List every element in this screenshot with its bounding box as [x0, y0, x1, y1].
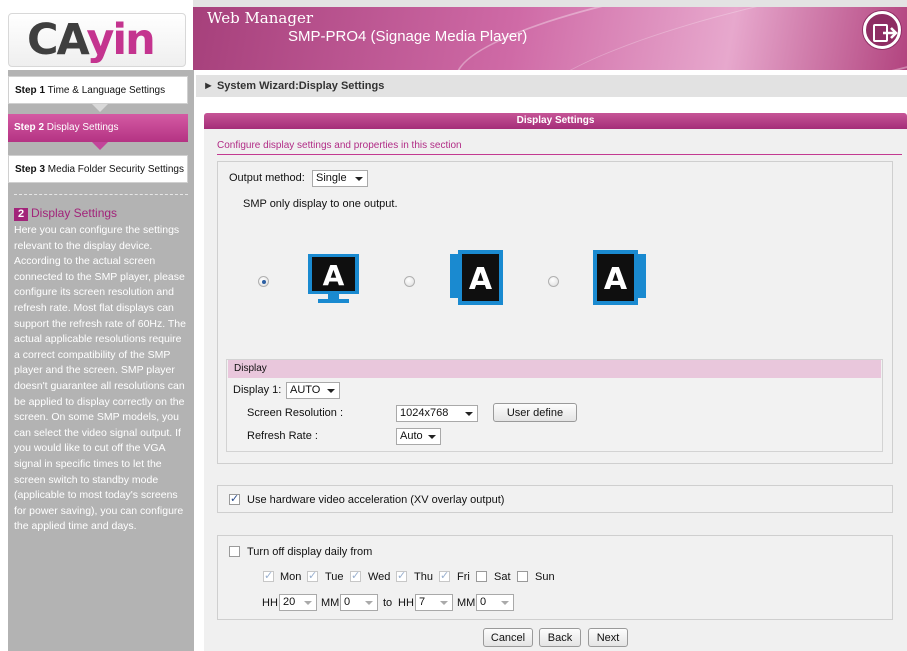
- to-label: to: [383, 597, 393, 609]
- from-hour-select[interactable]: 20: [279, 594, 317, 611]
- day-fri-label: Fri: [457, 571, 470, 583]
- user-define-button[interactable]: User define: [493, 403, 577, 422]
- step-arrow-icon: [92, 104, 108, 112]
- app-title: Web Manager: [207, 9, 313, 27]
- divider: [217, 154, 902, 155]
- single-monitor-icon: A: [308, 254, 359, 303]
- day-thu-label: Thu: [414, 571, 433, 583]
- display-schedule-section: Turn off display daily from Mon Tue Wed …: [217, 535, 893, 620]
- svg-text:A: A: [323, 259, 345, 292]
- screen-resolution-label: Screen Resolution :: [247, 407, 343, 419]
- day-thu-checkbox[interactable]: [396, 569, 407, 582]
- display-section: Display Display 1: AUTO Screen Resolutio…: [226, 359, 883, 452]
- logo: CAyin: [8, 13, 186, 67]
- day-wed-checkbox[interactable]: [350, 569, 361, 582]
- refresh-rate-select[interactable]: Auto: [396, 428, 441, 445]
- day-tue-label: Tue: [325, 571, 344, 583]
- header: CAyin Web Manager SMP-PRO4 (Signage Medi…: [0, 0, 907, 70]
- step-display-settings[interactable]: Step 2 Display Settings: [8, 114, 188, 142]
- day-fri-checkbox[interactable]: [439, 569, 450, 582]
- chevron-down-icon: [465, 412, 473, 416]
- chevron-down-icon: [428, 435, 436, 439]
- to-minute-select[interactable]: 0: [476, 594, 514, 611]
- device-title: SMP-PRO4 (Signage Media Player): [288, 28, 528, 45]
- help-text: Here you can configure the settings rele…: [14, 224, 186, 533]
- hw-acceleration-section: Use hardware video acceleration (XV over…: [217, 485, 893, 513]
- output-method-section: Output method: Single SMP only display t…: [217, 161, 893, 464]
- chevron-down-icon: [440, 601, 448, 605]
- step-number-badge: 2: [14, 208, 28, 221]
- header-banner: Web Manager SMP-PRO4 (Signage Media Play…: [193, 0, 907, 70]
- to-hour-label: HH: [398, 597, 414, 609]
- output-option-3-radio[interactable]: [548, 276, 559, 287]
- help-heading: 2 Display Settings: [14, 206, 117, 221]
- display-section-title: Display: [228, 360, 881, 378]
- refresh-rate-label: Refresh Rate :: [247, 430, 318, 442]
- cancel-button[interactable]: Cancel: [483, 628, 533, 647]
- screen-resolution-select[interactable]: 1024x768: [396, 405, 478, 422]
- next-button[interactable]: Next: [588, 628, 628, 647]
- divider: [14, 194, 188, 195]
- day-wed-label: Wed: [368, 571, 391, 583]
- day-sat-checkbox[interactable]: [476, 571, 487, 582]
- step-arrow-icon: [92, 142, 108, 150]
- svg-text:A: A: [469, 262, 493, 297]
- portrait-right-monitor-icon: A: [593, 250, 646, 305]
- day-sun-label: Sun: [535, 571, 555, 583]
- to-hour-select[interactable]: 7: [415, 594, 453, 611]
- chevron-down-icon: [365, 601, 373, 605]
- back-button[interactable]: Back: [539, 628, 581, 647]
- day-mon-checkbox[interactable]: [263, 569, 274, 582]
- chevron-down-icon: [501, 601, 509, 605]
- chevron-down-icon: [304, 601, 312, 605]
- display1-label: Display 1:: [233, 384, 282, 396]
- chevron-down-icon: [327, 389, 335, 393]
- step-time-language[interactable]: Step 1 Time & Language Settings: [8, 76, 188, 104]
- hw-acceleration-checkbox[interactable]: [229, 492, 240, 505]
- day-sun-checkbox[interactable]: [517, 571, 528, 582]
- breadcrumb: ► System Wizard:Display Settings: [196, 75, 907, 97]
- day-mon-label: Mon: [280, 571, 302, 583]
- from-minute-select[interactable]: 0: [340, 594, 378, 611]
- day-tue-checkbox[interactable]: [307, 569, 318, 582]
- chevron-down-icon: [355, 177, 363, 181]
- from-hour-label: HH: [262, 597, 278, 609]
- to-minute-label: MM: [457, 597, 476, 609]
- turn-off-display-checkbox[interactable]: [229, 546, 240, 557]
- from-minute-label: MM: [321, 597, 340, 609]
- svg-text:A: A: [604, 262, 628, 297]
- portrait-left-monitor-icon: A: [450, 250, 503, 305]
- output-method-label: Output method:: [229, 172, 305, 184]
- output-option-2-radio[interactable]: [404, 276, 415, 287]
- day-sat-label: Sat: [494, 571, 511, 583]
- output-option-1-radio[interactable]: [258, 276, 269, 287]
- output-method-note: SMP only display to one output.: [243, 198, 398, 210]
- panel-title: Display Settings: [204, 113, 907, 129]
- sidebar: Step 1 Time & Language Settings Step 2 D…: [8, 70, 194, 651]
- exit-icon[interactable]: [863, 11, 901, 49]
- step-media-folder-security[interactable]: Step 3 Media Folder Security Settings: [8, 155, 188, 183]
- display-settings-panel: Configure display settings and propertie…: [204, 129, 907, 651]
- panel-description: Configure display settings and propertie…: [217, 140, 462, 151]
- logo-text: CAyin: [27, 15, 156, 65]
- output-method-select[interactable]: Single: [312, 170, 368, 187]
- hw-acceleration-label: Use hardware video acceleration (XV over…: [247, 494, 505, 506]
- turn-off-display-label: Turn off display daily from: [247, 546, 373, 558]
- display1-select[interactable]: AUTO: [286, 382, 340, 399]
